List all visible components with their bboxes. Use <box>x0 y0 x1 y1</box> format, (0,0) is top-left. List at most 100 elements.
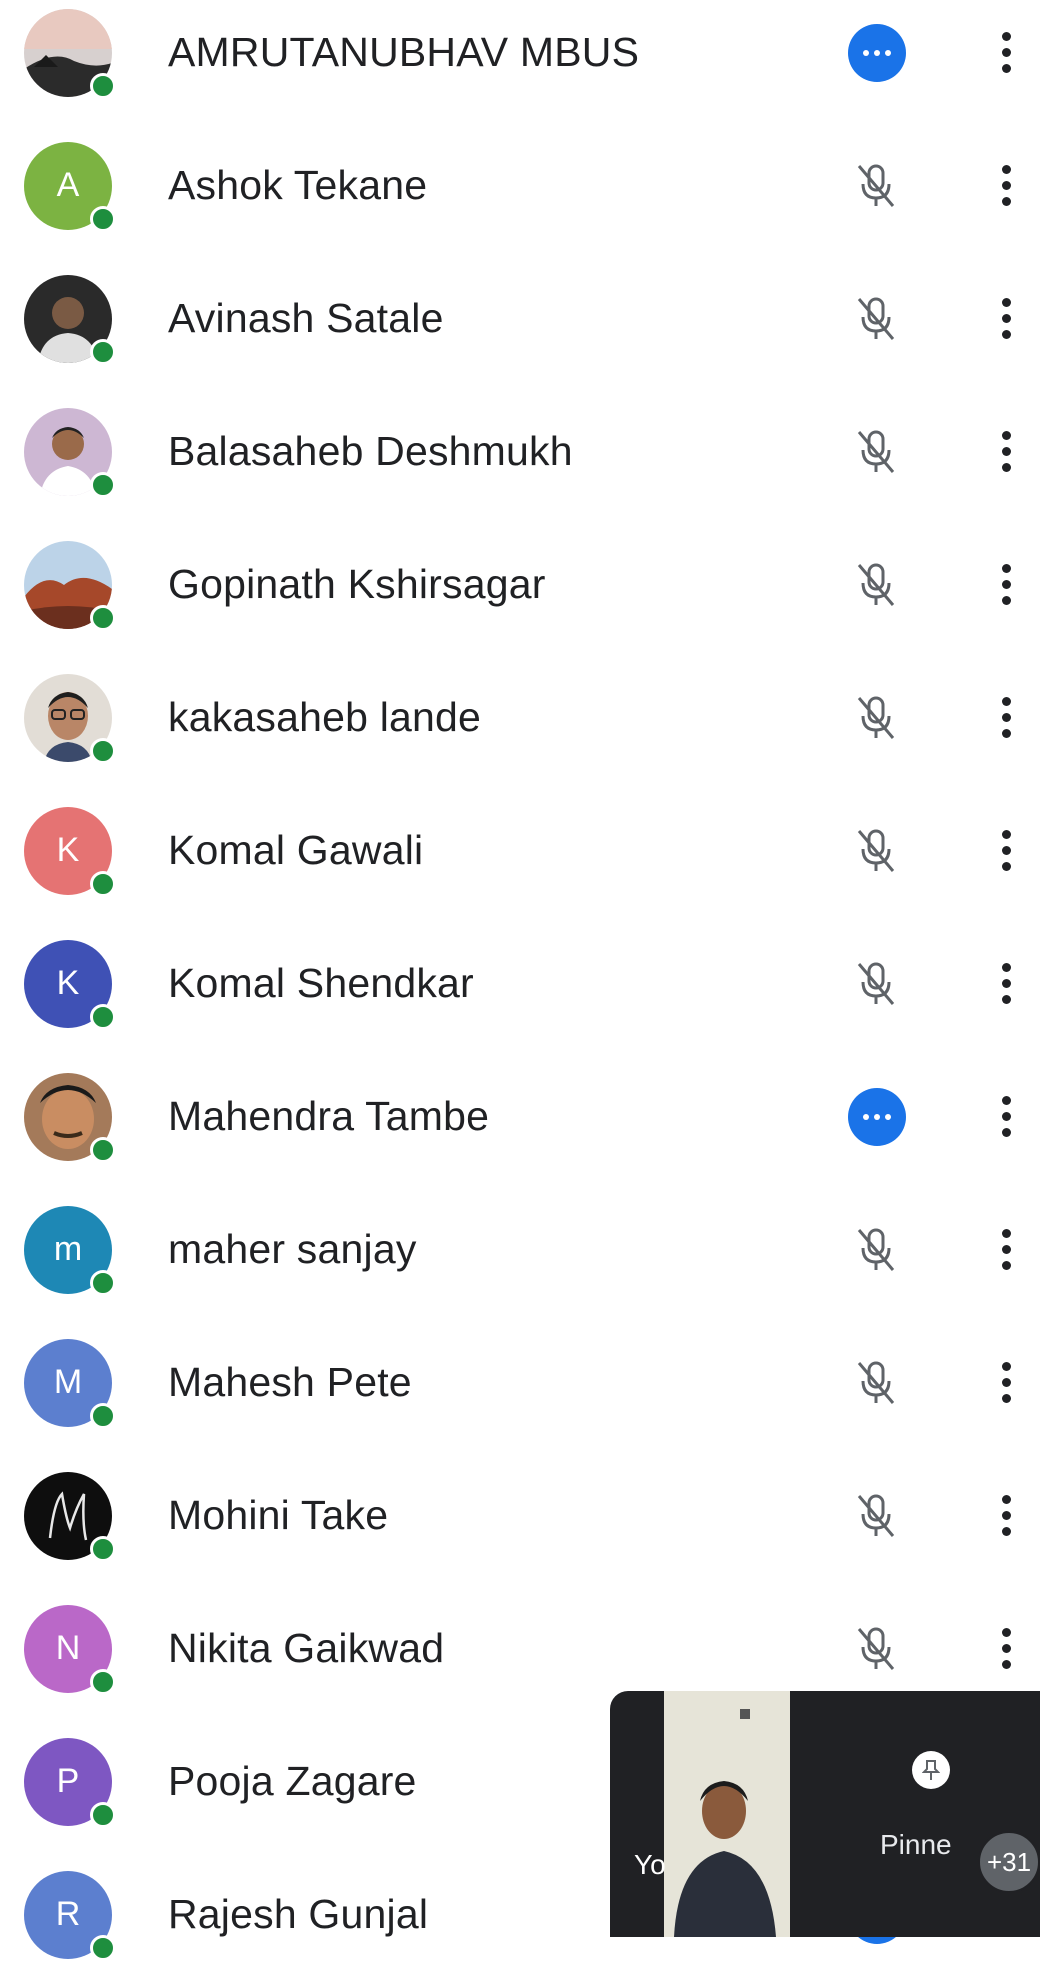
avatar-initial: N <box>55 1629 81 1667</box>
mute-status <box>845 1617 909 1681</box>
online-indicator <box>90 1801 116 1828</box>
avatar <box>24 673 116 764</box>
avatar: K <box>24 806 116 897</box>
mic-off-icon <box>857 829 895 872</box>
participant-row[interactable]: M Mahesh Pete <box>0 1316 1040 1449</box>
mute-status <box>845 1218 909 1282</box>
participant-row[interactable]: K Komal Shendkar <box>0 917 1040 1050</box>
self-video-tile[interactable] <box>664 1691 790 1937</box>
pinned-label: Pinne <box>880 1829 952 1860</box>
mute-status <box>845 154 909 218</box>
mic-off-icon <box>857 164 895 207</box>
online-indicator <box>90 1269 116 1296</box>
participant-row[interactable]: kakasaheb lande <box>0 651 1040 784</box>
more-options-icon[interactable] <box>996 1220 1016 1280</box>
mic-off-icon <box>857 1627 895 1670</box>
more-options-icon[interactable] <box>996 954 1016 1014</box>
more-options-icon[interactable] <box>996 289 1016 349</box>
avatar: R <box>24 1870 116 1961</box>
mic-off-icon <box>857 1494 895 1537</box>
mute-status <box>845 1484 909 1548</box>
participant-name: Mohini Take <box>168 1492 389 1538</box>
avatar-initial: K <box>56 831 80 869</box>
online-indicator <box>90 1003 116 1030</box>
avatar-initial: R <box>55 1895 81 1933</box>
others-count-badge: +31 <box>978 1831 1040 1893</box>
more-options-icon[interactable] <box>996 1353 1016 1413</box>
online-indicator <box>90 471 116 498</box>
avatar: P <box>24 1737 116 1828</box>
mic-off-icon <box>857 297 895 340</box>
more-options-icon[interactable] <box>996 422 1016 482</box>
participant-row[interactable]: Mohini Take <box>0 1449 1040 1582</box>
participant-name: Pooja Zagare <box>168 1758 417 1804</box>
speaking-indicator <box>845 21 909 85</box>
avatar <box>24 8 116 99</box>
participant-row[interactable]: A Ashok Tekane <box>0 119 1040 252</box>
more-options-icon[interactable] <box>996 23 1016 83</box>
self-label: Yo <box>634 1849 666 1880</box>
participant-name: Rajesh Gunjal <box>168 1891 429 1937</box>
more-options-icon[interactable] <box>996 555 1016 615</box>
online-indicator <box>90 870 116 897</box>
participant-name: Gopinath Kshirsagar <box>168 561 546 607</box>
avatar <box>24 1072 116 1163</box>
participant-name: Mahesh Pete <box>168 1359 412 1405</box>
mute-status <box>845 952 909 1016</box>
more-options-icon[interactable] <box>996 821 1016 881</box>
avatar-initial: K <box>56 964 80 1002</box>
avatar-initial: A <box>56 166 80 204</box>
mic-off-icon <box>857 1361 895 1404</box>
participant-name: Nikita Gaikwad <box>168 1625 445 1671</box>
participant-name: kakasaheb lande <box>168 694 482 740</box>
online-indicator <box>90 1934 116 1961</box>
more-options-icon[interactable] <box>996 1486 1016 1546</box>
mic-off-icon <box>857 1228 895 1271</box>
more-options-icon[interactable] <box>996 1619 1016 1679</box>
avatar: M <box>24 1338 116 1429</box>
speaking-dots-icon <box>848 23 906 82</box>
participant-name: Mahendra Tambe <box>168 1093 490 1139</box>
mute-status <box>845 686 909 750</box>
avatar-initial: P <box>56 1762 80 1800</box>
participant-row[interactable]: K Komal Gawali <box>0 784 1040 917</box>
participant-name: maher sanjay <box>168 1226 417 1272</box>
picture-in-picture-preview[interactable]: Yo Pinne +31 <box>610 1691 1040 1937</box>
mute-status <box>845 287 909 351</box>
avatar-initial: m <box>53 1230 83 1268</box>
mute-status <box>845 1351 909 1415</box>
participant-name: Balasaheb Deshmukh <box>168 428 573 474</box>
online-indicator <box>90 737 116 764</box>
participant-name: Ashok Tekane <box>168 162 428 208</box>
pin-icon[interactable] <box>912 1751 950 1789</box>
participant-row[interactable]: Mahendra Tambe <box>0 1050 1040 1183</box>
more-options-icon[interactable] <box>996 156 1016 216</box>
participant-row[interactable]: m maher sanjay <box>0 1183 1040 1316</box>
participant-name: Komal Gawali <box>168 827 424 873</box>
speaking-indicator <box>845 1085 909 1149</box>
avatar <box>24 274 116 365</box>
more-options-icon[interactable] <box>996 1087 1016 1147</box>
online-indicator <box>90 205 116 232</box>
participant-row[interactable]: AMRUTANUBHAV MBUS <box>0 0 1040 119</box>
self-video-image <box>664 1691 790 1937</box>
avatar <box>24 540 116 631</box>
online-indicator <box>90 1136 116 1163</box>
speaking-dots-icon <box>848 1087 906 1146</box>
avatar-initial: M <box>53 1363 83 1401</box>
participant-row[interactable]: Avinash Satale <box>0 252 1040 385</box>
online-indicator <box>90 1535 116 1562</box>
avatar: m <box>24 1205 116 1296</box>
participant-row[interactable]: Gopinath Kshirsagar <box>0 518 1040 651</box>
online-indicator <box>90 1668 116 1695</box>
online-indicator <box>90 1402 116 1429</box>
mic-off-icon <box>857 563 895 606</box>
mute-status <box>845 553 909 617</box>
online-indicator <box>90 338 116 365</box>
online-indicator <box>90 72 116 99</box>
mute-status <box>845 819 909 883</box>
more-options-icon[interactable] <box>996 688 1016 748</box>
mute-status <box>845 420 909 484</box>
participant-row[interactable]: Balasaheb Deshmukh <box>0 385 1040 518</box>
avatar <box>24 407 116 498</box>
